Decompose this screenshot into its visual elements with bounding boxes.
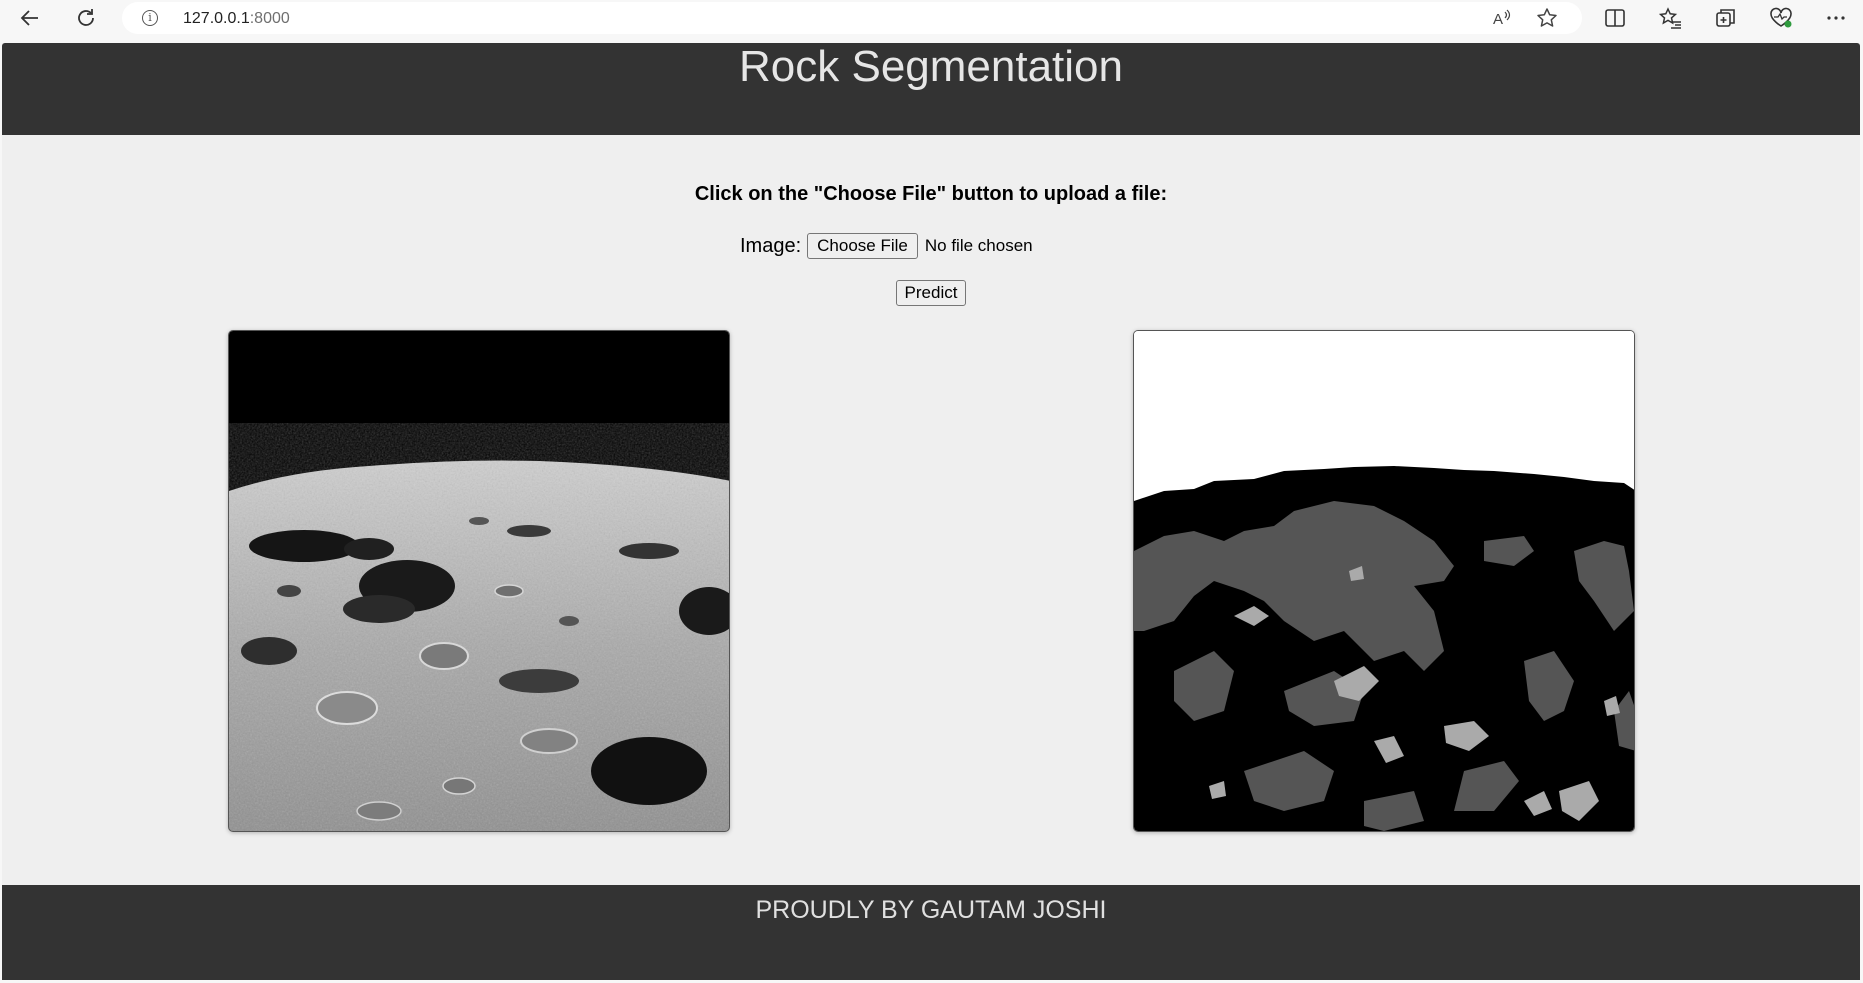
choose-file-button[interactable]: Choose File <box>807 233 918 259</box>
page-title: Rock Segmentation <box>739 42 1123 91</box>
browser-toolbar: i 127.0.0.1:8000 A <box>0 0 1863 36</box>
back-arrow-icon[interactable] <box>16 4 44 32</box>
read-aloud-icon[interactable]: A <box>1490 6 1514 30</box>
collections-icon[interactable] <box>1712 4 1740 32</box>
segmentation-mask-image <box>1133 330 1635 832</box>
page-footer: PROUDLY BY GAUTAM JOSHI <box>2 885 1860 980</box>
page-body: Rock Segmentation Click on the "Choose F… <box>2 43 1860 980</box>
favorites-icon[interactable] <box>1657 4 1685 32</box>
url-text: 127.0.0.1:8000 <box>183 10 290 27</box>
more-menu-icon[interactable] <box>1822 4 1850 32</box>
browser-essentials-icon[interactable] <box>1767 4 1795 32</box>
svg-text:A: A <box>1493 11 1503 28</box>
refresh-icon[interactable] <box>72 4 100 32</box>
upload-row: Image: Choose File No file chosen <box>740 232 1033 260</box>
address-bar[interactable]: i 127.0.0.1:8000 A <box>122 2 1582 34</box>
original-image <box>228 330 730 832</box>
page-header: Rock Segmentation <box>2 43 1860 135</box>
no-file-chosen-text: No file chosen <box>924 236 1033 255</box>
favorite-star-icon[interactable] <box>1535 6 1559 30</box>
upload-instructions: Click on the "Choose File" button to upl… <box>694 183 1168 205</box>
predict-button[interactable]: Predict <box>896 280 966 306</box>
image-label: Image: <box>740 234 802 257</box>
info-icon[interactable]: i <box>142 10 158 26</box>
footer-credit: PROUDLY BY GAUTAM JOSHI <box>755 896 1107 924</box>
split-screen-icon[interactable] <box>1601 4 1629 32</box>
